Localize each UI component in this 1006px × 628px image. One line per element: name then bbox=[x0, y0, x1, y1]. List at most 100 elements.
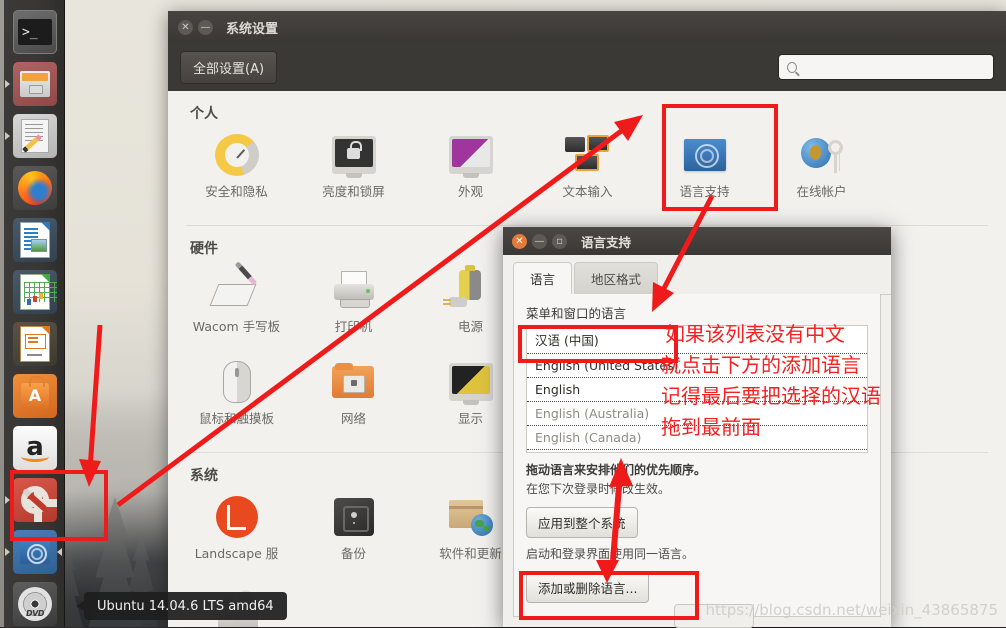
dialog-title: 语言支持 bbox=[581, 234, 632, 250]
minimize-icon[interactable]: — bbox=[532, 233, 547, 249]
language-list-label: 菜单和窗口的语言 bbox=[526, 306, 627, 321]
launcher-item-language-support[interactable] bbox=[13, 530, 57, 574]
launcher-edge bbox=[0, 0, 4, 627]
launcher-pip bbox=[5, 132, 10, 140]
printer-icon bbox=[332, 266, 376, 314]
terminal-icon: >_ bbox=[18, 19, 52, 45]
settings-item-label: Landscape 服 bbox=[194, 546, 279, 561]
add-remove-languages-button[interactable]: 添加或删除语言... bbox=[526, 572, 650, 603]
system-settings-toolbar: 全部设置(A) bbox=[168, 43, 1006, 91]
settings-item-label: 安全和隐私 bbox=[205, 184, 268, 199]
annotation-line-2: 就点击下方的添加语言 bbox=[661, 353, 861, 377]
annotation-line-1: 如果该列表没有中文 bbox=[665, 322, 845, 346]
launcher-pip bbox=[5, 548, 10, 556]
search-box[interactable] bbox=[778, 54, 994, 80]
launcher-item-terminal[interactable]: >_ bbox=[13, 10, 57, 54]
settings-item-label: 网络 bbox=[340, 411, 366, 426]
impress-icon bbox=[20, 326, 50, 362]
settings-grid-personal: 安全和隐私 亮度和锁屏 外观 文本输入 语言支持 在线帐户 bbox=[168, 127, 1006, 219]
settings-item-printer[interactable]: 打印机 bbox=[295, 262, 412, 354]
settings-item-appearance[interactable]: 外观 bbox=[412, 127, 529, 219]
settings-item-backup[interactable]: 备份 bbox=[295, 489, 412, 581]
watermark: https://blog.csdn.net/weixin_43865875 bbox=[705, 601, 998, 619]
annotation-line-4: 拖到最前面 bbox=[661, 415, 761, 439]
screen: >_ A a DVD ✕ — 系统设置 全部设置(A) 个人 安全和隐私 亮度和… bbox=[0, 0, 1006, 628]
appearance-icon bbox=[448, 131, 493, 179]
launcher-item-calc[interactable] bbox=[13, 270, 57, 314]
text-editor-icon bbox=[21, 119, 49, 153]
apply-system-wide-button[interactable]: 应用到整个系统 bbox=[526, 507, 638, 538]
settings-item-wacom[interactable]: Wacom 手写板 bbox=[178, 261, 295, 354]
network-icon bbox=[331, 358, 376, 406]
power-icon bbox=[442, 265, 493, 314]
search-input[interactable] bbox=[803, 59, 985, 75]
language-support-icon bbox=[683, 131, 726, 179]
displays-icon bbox=[448, 358, 493, 406]
launcher-pip bbox=[57, 548, 62, 556]
close-icon[interactable]: ✕ bbox=[512, 233, 527, 249]
flag-icon bbox=[20, 540, 50, 564]
settings-item-network[interactable]: 网络 bbox=[295, 354, 412, 446]
settings-item-landscape[interactable]: Landscape 服 bbox=[178, 489, 295, 581]
file-manager-icon bbox=[20, 71, 50, 97]
backup-icon bbox=[333, 493, 374, 541]
wacom-tablet-icon bbox=[209, 261, 260, 314]
settings-item-label: 在线帐户 bbox=[796, 184, 847, 199]
brightness-lock-icon bbox=[331, 131, 376, 179]
all-settings-button[interactable]: 全部设置(A) bbox=[180, 50, 278, 84]
landscape-service-icon bbox=[215, 493, 258, 541]
launcher-tooltip: Ubuntu 14.04.6 LTS amd64 bbox=[76, 592, 287, 620]
dvd-icon bbox=[18, 587, 52, 621]
launcher-item-amazon[interactable]: a bbox=[13, 426, 57, 470]
software-updates-icon bbox=[448, 493, 493, 541]
settings-item-label: 语言支持 bbox=[679, 184, 730, 199]
apply-note: 启动和登录界面使用同一语言。 bbox=[526, 547, 695, 561]
launcher-item-firefox[interactable] bbox=[13, 166, 57, 210]
close-icon[interactable]: ✕ bbox=[178, 19, 193, 35]
settings-item-language-support[interactable]: 语言支持 bbox=[646, 127, 763, 219]
system-settings-titlebar[interactable]: ✕ — 系统设置 bbox=[168, 11, 1006, 43]
settings-item-label: 外观 bbox=[457, 184, 483, 199]
settings-item-text-entry[interactable]: 文本输入 bbox=[529, 127, 646, 219]
text-entry-icon bbox=[564, 131, 611, 179]
minimize-icon[interactable]: — bbox=[198, 19, 213, 35]
mouse-touchpad-icon bbox=[222, 358, 251, 406]
language-dialog-tabs: 语言 地区格式 bbox=[513, 262, 891, 295]
launcher-item-writer[interactable] bbox=[13, 218, 57, 262]
section-divider bbox=[186, 225, 988, 226]
settings-item-label: 文本输入 bbox=[562, 184, 613, 199]
settings-item-label: 打印机 bbox=[334, 319, 373, 334]
tab-language[interactable]: 语言 bbox=[513, 262, 573, 295]
software-center-icon bbox=[21, 376, 49, 409]
launcher-item-software-center[interactable] bbox=[13, 374, 57, 418]
launcher-item-impress[interactable] bbox=[13, 322, 57, 366]
settings-item-label: 备份 bbox=[340, 546, 366, 561]
launcher-pip bbox=[5, 80, 10, 88]
security-privacy-icon bbox=[214, 131, 259, 179]
search-icon bbox=[787, 61, 798, 73]
window-title: 系统设置 bbox=[226, 21, 279, 37]
launcher-pip bbox=[5, 496, 10, 504]
launcher-item-files[interactable] bbox=[13, 62, 57, 106]
calc-icon bbox=[20, 274, 55, 310]
tab-regional-formats[interactable]: 地区格式 bbox=[574, 262, 659, 294]
firefox-icon bbox=[18, 171, 52, 205]
online-accounts-icon bbox=[800, 131, 843, 179]
maximize-icon[interactable]: ▫ bbox=[552, 233, 567, 249]
login-effect-hint: 在您下次登录时修改生效。 bbox=[526, 482, 671, 496]
settings-item-security-privacy[interactable]: 安全和隐私 bbox=[178, 127, 295, 219]
launcher-item-text-editor[interactable] bbox=[13, 114, 57, 158]
launcher-item-system-settings[interactable] bbox=[13, 478, 57, 522]
writer-icon bbox=[20, 222, 50, 258]
section-title-personal: 个人 bbox=[190, 106, 218, 122]
settings-item-label: 亮度和锁屏 bbox=[322, 184, 385, 199]
settings-item-brightness-lock[interactable]: 亮度和锁屏 bbox=[295, 127, 412, 219]
settings-item-label: 鼠标和触摸板 bbox=[198, 411, 274, 426]
unity-launcher[interactable]: >_ A a DVD bbox=[0, 0, 65, 627]
settings-item-mouse-touchpad[interactable]: 鼠标和触摸板 bbox=[178, 354, 295, 446]
language-dialog-titlebar[interactable]: ✕ — ▫ 语言支持 bbox=[503, 227, 891, 255]
settings-item-label: Wacom 手写板 bbox=[192, 319, 281, 334]
settings-item-online-accounts[interactable]: 在线帐户 bbox=[763, 127, 880, 219]
annotation-line-3: 记得最后要把选择的汉语 bbox=[661, 384, 881, 408]
launcher-item-dvd[interactable] bbox=[13, 582, 57, 626]
